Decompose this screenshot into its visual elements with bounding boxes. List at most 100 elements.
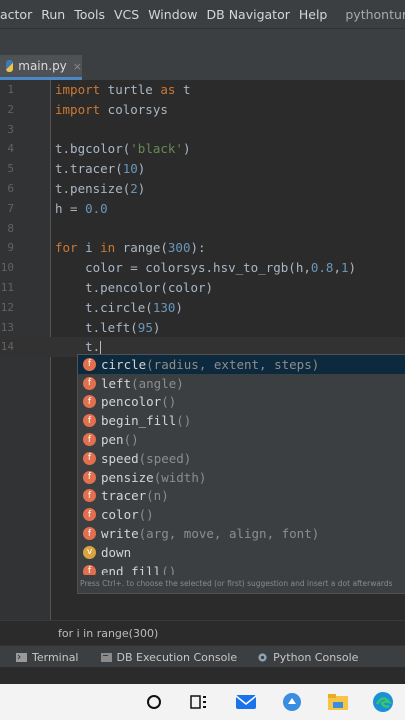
text-cursor <box>100 340 102 355</box>
completion-name: tracer <box>101 488 147 504</box>
code-line[interactable]: 9 for i in range(300): <box>0 238 405 258</box>
mail-icon[interactable] <box>235 692 257 712</box>
menu-run[interactable]: Run <box>41 7 65 22</box>
completion-name: write <box>101 526 139 542</box>
settings-app-icon[interactable] <box>281 692 303 712</box>
code-token: t.bgcolor( <box>55 141 131 157</box>
code-line[interactable]: 4 t.bgcolor('black') <box>0 139 405 159</box>
code-token: import <box>55 101 101 117</box>
close-icon[interactable]: × <box>73 60 82 73</box>
code-line[interactable]: 11 t.pencolor(color) <box>0 278 405 298</box>
code-token: colorsys <box>100 101 168 117</box>
windows-taskbar <box>0 684 405 720</box>
code-line[interactable]: 12 t.circle(130) <box>0 298 405 318</box>
code-token: 2 <box>130 181 138 196</box>
tab-main-py[interactable]: main.py × <box>0 55 82 80</box>
code-token: 'black' <box>130 141 183 157</box>
function-badge-icon: f <box>83 376 96 390</box>
menu-tools[interactable]: Tools <box>74 7 105 22</box>
menu-refactor[interactable]: actor <box>0 7 32 22</box>
completion-name: down <box>101 544 132 560</box>
completion-item[interactable]: f begin_fill() <box>78 411 405 430</box>
variable-badge-icon: v <box>83 545 96 559</box>
code-line[interactable]: 5 t.tracer(10) <box>0 159 405 179</box>
code-token: t.circle( <box>55 299 153 315</box>
menu-window[interactable]: Window <box>148 7 197 22</box>
completion-item[interactable]: v down <box>78 543 405 562</box>
completion-hint: Press Ctrl+. to choose the selected (or … <box>78 575 405 593</box>
line-number: 8 <box>7 221 14 235</box>
code-token: , <box>333 260 341 276</box>
project-title: pythonturtleproje <box>345 6 405 22</box>
code-completion-popup: f circle (radius, extent, steps) f left (angl… <box>77 354 405 594</box>
code-token: 130 <box>152 299 176 315</box>
code-editor[interactable]: 1 import turtle as t 2 import colorsys 3 4 t.b… <box>0 80 405 620</box>
line-number: 3 <box>7 122 14 136</box>
db-console-icon <box>100 652 112 662</box>
completion-name: speed <box>101 450 139 466</box>
completion-name: begin_fill <box>101 413 177 429</box>
file-explorer-icon[interactable] <box>327 692 349 712</box>
db-execution-console-button[interactable]: DB Execution Console <box>100 651 237 664</box>
code-token: ): <box>190 240 206 256</box>
completion-item[interactable]: f left (angle) <box>78 374 405 393</box>
completion-signature: () <box>123 432 139 448</box>
code-text: t.bgcolor('black') <box>55 139 190 159</box>
menu-vcs[interactable]: VCS <box>114 7 139 22</box>
code-line[interactable]: 10 color = colorsys.hsv_to_rgb(h,0.8,1) <box>0 258 405 278</box>
code-line[interactable]: 13 t.left(95) <box>0 318 405 338</box>
completion-signature: (angle) <box>131 375 184 391</box>
code-token: 1 <box>340 260 349 276</box>
completion-signature: () <box>138 507 154 523</box>
code-line[interactable]: 2 import colorsys <box>0 100 405 120</box>
line-number: 5 <box>7 162 14 176</box>
line-number: 6 <box>7 182 14 195</box>
completion-signature: (n) <box>146 488 169 504</box>
function-badge-icon: f <box>83 508 96 522</box>
completion-item[interactable]: f pencolor() <box>78 393 405 412</box>
code-text: for i in range(300): <box>55 238 206 258</box>
line-number: 13 <box>0 320 14 334</box>
code-token: ) <box>152 319 161 335</box>
code-token: t.pensize( <box>55 181 131 196</box>
completion-item[interactable]: f color() <box>78 505 405 524</box>
code-token: ) <box>137 161 146 177</box>
menu-bar: actor Run Tools VCS Window DB Navigator … <box>0 0 405 28</box>
completion-item[interactable]: f speed (speed) <box>78 449 405 468</box>
completion-signature: () <box>176 413 192 429</box>
completion-item[interactable]: f circle (radius, extent, steps) <box>78 355 405 374</box>
code-token: 95 <box>137 319 153 335</box>
completion-item[interactable]: f pensize (width) <box>78 468 405 487</box>
code-token: ) <box>137 181 146 196</box>
code-line[interactable]: 7 h = 0.0 <box>0 199 405 219</box>
terminal-button[interactable]: Terminal <box>16 651 79 664</box>
editor-tab-bar: main.py × <box>0 55 405 81</box>
code-token: 0.8 <box>310 260 334 276</box>
completion-item[interactable]: f tracer (n) <box>78 487 405 506</box>
code-text: t.circle(130) <box>55 298 183 318</box>
code-token: for <box>55 240 78 256</box>
menu-help[interactable]: Help <box>299 7 328 22</box>
menu-db-navigator[interactable]: DB Navigator <box>207 7 290 22</box>
code-line[interactable]: 8 <box>0 219 405 239</box>
code-line[interactable]: 1 import turtle as t <box>0 80 405 100</box>
code-token: in <box>100 240 116 256</box>
python-file-icon <box>6 60 14 72</box>
code-line[interactable]: 6 t.pensize(2) <box>0 179 405 199</box>
cortana-circle-icon[interactable] <box>143 692 165 712</box>
function-badge-icon: f <box>83 357 96 371</box>
breadcrumb[interactable]: for i in range(300) <box>0 620 405 646</box>
completion-item[interactable]: f write (arg, move, align, font) <box>78 524 405 543</box>
python-console-button[interactable]: Python Console <box>257 651 358 664</box>
code-token: t.pencolor(color) <box>55 280 214 295</box>
edge-icon[interactable] <box>372 692 394 712</box>
function-badge-icon: f <box>83 489 96 503</box>
task-view-icon[interactable] <box>188 692 210 712</box>
code-line[interactable]: 3 <box>0 120 405 140</box>
code-token: t <box>175 82 191 97</box>
function-badge-icon: f <box>83 470 96 484</box>
code-token: t.left( <box>55 319 138 335</box>
completion-item[interactable]: f pen() <box>78 430 405 449</box>
completion-name: pensize <box>101 469 154 485</box>
function-badge-icon: f <box>83 433 96 447</box>
